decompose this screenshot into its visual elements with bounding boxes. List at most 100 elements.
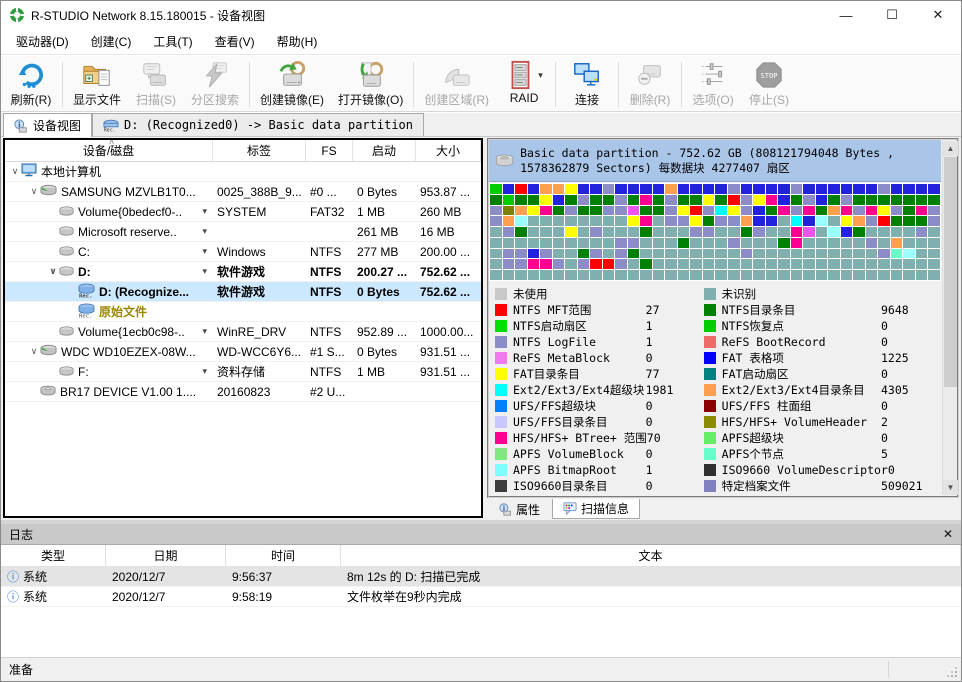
device-row[interactable]: C:▾WindowsNTFS277 MB200.00 ... bbox=[5, 242, 481, 262]
map-block bbox=[690, 270, 702, 280]
combo-dropdown-icon[interactable]: ▾ bbox=[202, 226, 209, 237]
menu-item[interactable]: 创建(C) bbox=[80, 29, 143, 54]
device-name: Microsoft reserve.. bbox=[78, 225, 177, 239]
map-block bbox=[628, 184, 640, 194]
device-row[interactable]: ∨WDC WD10EZEX-08W...WD-WCC6Y6...#1 S...0… bbox=[5, 342, 481, 362]
menu-item[interactable]: 帮助(H) bbox=[266, 29, 329, 54]
log-row[interactable]: ⓘ系统2020/12/79:56:378m 12s 的 D: 扫描已完成 bbox=[1, 567, 961, 587]
device-row[interactable]: ∨本地计算机 bbox=[5, 162, 481, 182]
legend-item: APFS VolumeBlock0 bbox=[495, 446, 704, 462]
create-region-button[interactable]: 创建区域(R) bbox=[417, 58, 496, 111]
delete-button[interactable]: 删除(R) bbox=[622, 58, 678, 111]
map-block bbox=[766, 206, 778, 216]
scroll-down-icon[interactable]: ▼ bbox=[943, 480, 958, 495]
legend-label: ISO9660目录条目 bbox=[513, 478, 607, 494]
show-files-button[interactable]: 显示文件 bbox=[66, 58, 128, 111]
log-column-header[interactable]: 文本 bbox=[341, 545, 961, 566]
tab-device-view[interactable]: 设备视图 bbox=[3, 113, 92, 137]
map-block bbox=[578, 206, 590, 216]
legend-swatch bbox=[704, 320, 716, 332]
device-row[interactable]: Volume{0bedecf0-..▾SYSTEMFAT321 MB260 MB bbox=[5, 202, 481, 222]
menu-item[interactable]: 查看(V) bbox=[204, 29, 266, 54]
map-block bbox=[540, 195, 552, 205]
legend-item: Ext2/Ext3/Ext4超级块1981 bbox=[495, 382, 704, 398]
menu-item[interactable]: 驱动器(D) bbox=[5, 29, 80, 54]
device-view-icon bbox=[14, 119, 28, 133]
combo-dropdown-icon[interactable]: ▾ bbox=[202, 366, 209, 377]
refresh-button[interactable]: 刷新(R) bbox=[3, 58, 59, 111]
map-block bbox=[553, 206, 565, 216]
tab-recognized-partition[interactable]: Rec. D: (Recognized0) -> Basic data part… bbox=[92, 113, 424, 136]
raid-dropdown-arrow[interactable]: ▾ bbox=[538, 70, 543, 81]
map-block bbox=[565, 249, 577, 259]
scrollbar-thumb[interactable] bbox=[944, 157, 957, 387]
device-row[interactable]: Rec.D: (Recognize...软件游戏NTFS0 Bytes752.6… bbox=[5, 282, 481, 302]
map-block bbox=[903, 259, 915, 269]
scroll-up-icon[interactable]: ▲ bbox=[943, 141, 958, 156]
options-button[interactable]: 选项(O) bbox=[685, 58, 741, 111]
raid-button[interactable]: ▾ RAID bbox=[496, 58, 552, 111]
partition-search-button[interactable]: 分区搜索 bbox=[184, 58, 246, 111]
map-block bbox=[853, 206, 865, 216]
map-block bbox=[753, 227, 765, 237]
device-size-cell bbox=[416, 162, 481, 181]
create-image-button[interactable]: 创建镜像(E) bbox=[253, 58, 331, 111]
svg-text:Rec.: Rec. bbox=[104, 127, 116, 132]
map-block bbox=[640, 259, 652, 269]
device-row[interactable]: F:▾资料存储NTFS1 MB931.51 ... bbox=[5, 362, 481, 382]
resize-grip[interactable] bbox=[946, 666, 959, 679]
combo-dropdown-icon[interactable]: ▾ bbox=[202, 246, 209, 257]
device-table-header: ˄ 设备/磁盘标签FS启动大小 bbox=[5, 140, 481, 162]
combo-dropdown-icon[interactable]: ▾ bbox=[202, 326, 209, 337]
menu-item[interactable]: 工具(T) bbox=[142, 29, 203, 54]
column-header-label[interactable]: 标签 bbox=[213, 140, 306, 161]
map-block bbox=[578, 238, 590, 248]
expander-icon[interactable]: ∨ bbox=[47, 266, 59, 277]
expander-icon[interactable]: ∨ bbox=[28, 346, 40, 357]
map-block bbox=[903, 238, 915, 248]
log-column-header[interactable]: 日期 bbox=[106, 545, 226, 566]
scan-button[interactable]: 扫描(S) bbox=[128, 58, 184, 111]
column-header-size[interactable]: 大小 bbox=[416, 140, 481, 161]
map-block bbox=[741, 216, 753, 226]
device-name-cell: Rec.原始文件 bbox=[5, 302, 213, 321]
device-name: C: bbox=[78, 245, 90, 259]
combo-dropdown-icon[interactable]: ▾ bbox=[202, 266, 209, 277]
close-button[interactable]: ✕ bbox=[915, 1, 961, 29]
device-row[interactable]: BR17 DEVICE V1.00 1....20160823#2 U... bbox=[5, 382, 481, 402]
open-image-button[interactable]: 打开镜像(O) bbox=[331, 58, 410, 111]
log-column-header[interactable]: 时间 bbox=[226, 545, 341, 566]
expander-icon[interactable]: ∨ bbox=[9, 166, 21, 177]
device-row[interactable]: ∨SAMSUNG MZVLB1T0...0025_388B_9...#0 ...… bbox=[5, 182, 481, 202]
column-header-device[interactable]: 设备/磁盘 bbox=[5, 140, 213, 161]
device-row[interactable]: Volume{1ecb0c98-..▾WinRE_DRVNTFS952.89 .… bbox=[5, 322, 481, 342]
combo-dropdown-icon[interactable]: ▾ bbox=[202, 206, 209, 217]
maximize-button[interactable]: ☐ bbox=[869, 1, 915, 29]
map-block bbox=[703, 184, 715, 194]
map-block bbox=[503, 238, 515, 248]
column-header-boot[interactable]: 启动 bbox=[353, 140, 416, 161]
map-block bbox=[728, 270, 740, 280]
map-block bbox=[791, 227, 803, 237]
device-label-cell: 20160823 bbox=[213, 382, 306, 401]
device-row[interactable]: Microsoft reserve..▾261 MB16 MB bbox=[5, 222, 481, 242]
map-block bbox=[690, 206, 702, 216]
connect-button[interactable]: 连接 bbox=[559, 58, 615, 111]
column-header-fs[interactable]: FS bbox=[306, 140, 353, 161]
minimize-button[interactable]: — bbox=[823, 1, 869, 29]
map-block bbox=[916, 184, 928, 194]
tab-properties[interactable]: 属性 bbox=[489, 499, 550, 519]
stop-button[interactable]: STOP 停止(S) bbox=[741, 58, 797, 111]
expander-icon[interactable]: ∨ bbox=[28, 186, 40, 197]
device-row[interactable]: ∨D:▾软件游戏NTFS200.27 ...752.62 ... bbox=[5, 262, 481, 282]
device-row[interactable]: Rec.原始文件 bbox=[5, 302, 481, 322]
toolbar-label: 扫描(S) bbox=[136, 91, 176, 108]
log-row[interactable]: ⓘ系统2020/12/79:58:19文件枚举在9秒内完成 bbox=[1, 587, 961, 607]
log-close-icon[interactable]: ✕ bbox=[943, 527, 953, 541]
vertical-scrollbar[interactable]: ▲ ▼ bbox=[942, 141, 957, 495]
tab-scan-info[interactable]: 扫描信息 bbox=[552, 499, 640, 519]
device-name-cell: Rec.D: (Recognize... bbox=[5, 282, 213, 301]
legend-label: 未识别 bbox=[722, 286, 757, 302]
log-column-header[interactable]: 类型 bbox=[1, 545, 106, 566]
map-block bbox=[565, 227, 577, 237]
